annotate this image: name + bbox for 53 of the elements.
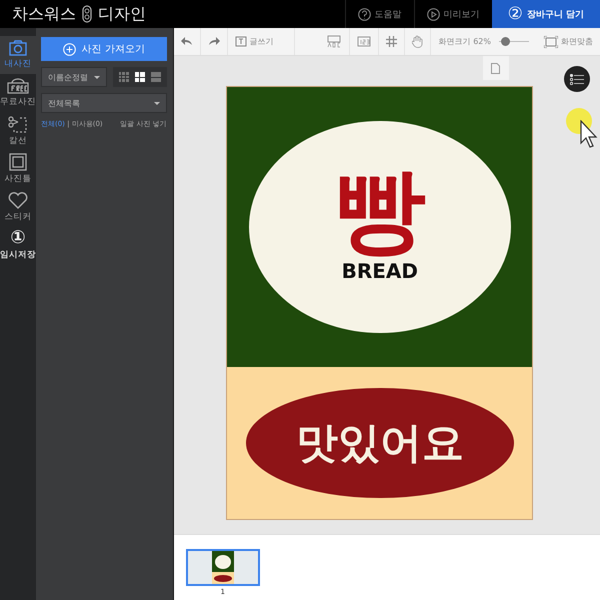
number-box-icon [356,36,371,47]
add-to-cart-button[interactable]: ② 장바구니 담기 [492,0,600,28]
filter-dropdown[interactable]: 전체목록 [41,93,167,113]
poster-subtitle: BREAD [342,259,418,283]
sidebar-label: 사진틀 [4,173,32,185]
sidebar-label: 임시저장 [0,249,36,261]
cursor-icon [580,120,598,148]
sidebar-item[interactable]: 스티커 [0,188,36,226]
import-photo-button[interactable]: 사진 가져오기 [41,37,167,61]
tag-icon [7,78,29,94]
heart-icon [8,192,28,208]
sidebar-item[interactable]: ① 임시저장 [0,226,36,264]
poster-thumbnail [212,551,234,584]
sidebar-item[interactable]: 칼선 [0,112,36,150]
frame-icon [9,153,27,171]
help-icon [358,8,371,20]
document-icon [491,62,500,74]
hand-icon [412,35,423,48]
step-number: ① [10,229,26,247]
slider-thumb[interactable] [501,37,510,46]
scissors-icon [8,115,28,133]
logo-text: 차스워스 [12,4,76,24]
sidebar-label: 내사진 [4,58,32,70]
list-view-button[interactable] [150,72,161,82]
grid-icon [386,36,397,47]
write-text-button[interactable]: 글쓰기 [228,28,295,55]
page-number-button[interactable] [482,56,509,80]
abc-icon [326,35,342,48]
zoom-label: 화면크기 62% [438,36,491,47]
camera-icon [9,40,27,56]
fit-icon [544,36,558,48]
logo-text: 디자인 [98,4,146,24]
play-icon [426,8,440,20]
undo-icon [180,37,193,46]
plus-icon [62,42,76,56]
poster-design[interactable]: 빵 BREAD 맛있어요 [226,86,534,520]
sidebar-label: 스티커 [4,210,32,222]
small-view-button[interactable] [118,72,129,82]
logo-icon [82,5,92,23]
sidebar-item[interactable]: 사진틀 [0,150,36,188]
poster-slogan: 맛있어요 [296,417,464,469]
list-icon [570,74,584,84]
text-box-icon [234,36,247,47]
menu-button[interactable] [564,66,590,92]
sidebar-item[interactable]: 내사진 [0,36,36,74]
fit-screen-button[interactable]: 화면맞춤 [537,28,600,55]
redo-icon [208,37,220,46]
poster-title: 빵 [334,165,426,257]
sort-dropdown[interactable]: 이름순정렬 [41,67,107,87]
sidebar-item[interactable]: 무료사진 [0,74,36,112]
sidebar-label: 무료사진 [0,96,36,108]
grid-view-button[interactable] [134,72,145,82]
sidebar-label: 칼선 [9,135,27,147]
